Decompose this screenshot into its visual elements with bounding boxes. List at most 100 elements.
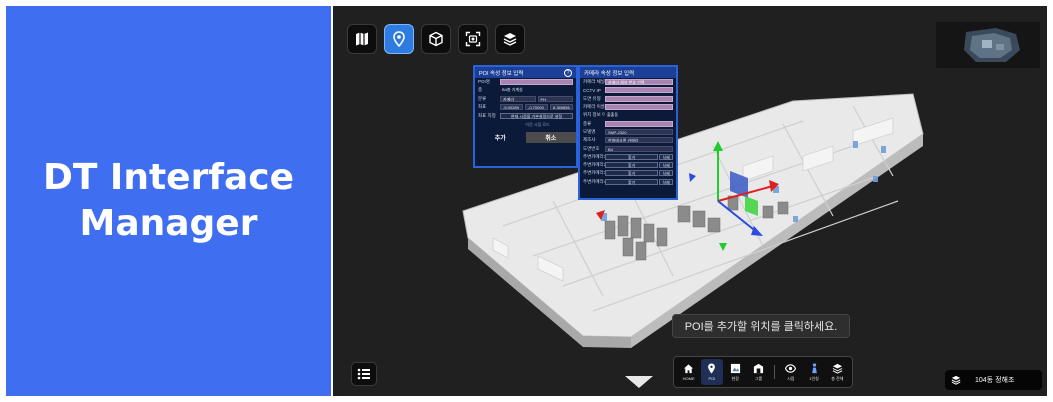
peripheral-camera-label: 주변카메라3: [583, 170, 605, 176]
location-pin-icon: [393, 31, 405, 47]
camera-dialog-title: 카메라 속성 정보 입력: [584, 70, 635, 77]
poi-floor-row: 층 B4층 기계실: [475, 86, 576, 94]
poi-coord-y-input[interactable]: -0.70000: [525, 104, 548, 111]
location-name-row: 위치 정보 이름출출동: [580, 111, 676, 119]
manufacturer-input[interactable]: 한화테크윈 카메라: [605, 137, 673, 144]
peripheral-camera-row: 주변카메라4 찾기 삭제: [580, 178, 676, 186]
nav-site[interactable]: 현장: [725, 359, 746, 385]
layers-button[interactable]: [495, 24, 525, 54]
peripheral-camera-row: 주변카메라2 찾기 삭제: [580, 161, 676, 169]
nav-viewpoint[interactable]: 시점: [780, 359, 801, 385]
nav-all-floors[interactable]: 층 전체: [827, 359, 848, 385]
peripheral-camera-label: 주변카메라2: [583, 162, 605, 168]
camera-channel-label: 카메라 채널: [583, 79, 605, 85]
drawing-number-input[interactable]: B4: [605, 145, 673, 152]
home-icon: [684, 364, 694, 374]
camera-name-label: 카메라 이름: [583, 104, 605, 110]
layers-icon: [503, 33, 517, 46]
nav-separator: [774, 365, 776, 379]
load-previous-viewpoint-link[interactable]: 이전 시점 로드: [500, 122, 573, 128]
peripheral-camera-row: 주변카메라1 찾기 삭제: [580, 153, 676, 161]
nav-first-person[interactable]: 1인칭: [803, 359, 824, 385]
find-camera-button[interactable]: 찾기: [605, 162, 658, 169]
nav-home-label: HOME: [682, 376, 695, 381]
bottom-nav-bar: HOME POI 현장 그룹 시점 1인칭 층 전체: [673, 356, 853, 388]
manufacturer-label: 제조사: [583, 137, 596, 143]
site-icon: [730, 363, 740, 373]
find-camera-button[interactable]: 찾기: [605, 170, 658, 177]
group-icon: [753, 363, 764, 373]
poi-mode-button[interactable]: [384, 24, 414, 54]
poi-coord-x-input[interactable]: -5.00289: [500, 104, 523, 111]
poi-name-input[interactable]: [500, 79, 573, 86]
camera-type-row: 종류: [580, 119, 676, 127]
camera-type-select[interactable]: [605, 120, 673, 127]
poi-category-label: 분류: [478, 95, 487, 101]
poi-floor-label: 층: [478, 87, 483, 93]
camera-attribute-dialog: 카메라 속성 정보 입력 카메라 채널 카메라 채널 번호 선택 CCTV IP …: [578, 65, 678, 200]
top-toolbar: [347, 24, 525, 54]
3d-viewport[interactable]: POI 속성 정보 입력 ? POI명 층 B4층 기계실 분류 카메라 PH …: [333, 6, 1047, 396]
building-selector-label: 104동 정해조: [975, 377, 1015, 384]
poi-subcategory-select[interactable]: PH: [537, 95, 573, 102]
poi-viewpoint-label: 좌표 지정: [478, 113, 496, 119]
poi-pin-icon: [708, 363, 716, 374]
nav-home[interactable]: HOME: [678, 359, 699, 385]
person-icon: [811, 362, 817, 373]
poi-dialog-actions: 추가 취소: [475, 132, 576, 144]
find-camera-button[interactable]: 찾기: [605, 153, 658, 160]
layers-icon: [951, 375, 961, 385]
nav-group[interactable]: 그룹: [748, 359, 769, 385]
drawing-type-label: 도면 유형: [583, 95, 601, 101]
3d-object-button[interactable]: [421, 24, 451, 54]
cctv-ip-input[interactable]: [605, 87, 673, 94]
camera-channel-select[interactable]: 카메라 채널 번호 선택: [605, 79, 673, 86]
app-title-line2: Manager: [79, 203, 258, 244]
cancel-button[interactable]: 취소: [525, 132, 576, 144]
set-default-viewpoint-button[interactable]: 현재 시점을 기본설정으로 설정: [500, 113, 573, 120]
peripheral-camera-label: 주변카메라4: [583, 178, 605, 184]
poi-category-row: 분류 카메라 PH: [475, 95, 576, 103]
add-button[interactable]: 추가: [475, 132, 526, 144]
nav-all-floors-label: 층 전체: [831, 375, 844, 381]
map-icon: [356, 32, 368, 46]
delete-camera-button[interactable]: 삭제: [659, 153, 673, 160]
poi-dialog-title: POI 속성 정보 입력: [479, 70, 524, 77]
app-title-line1: DT Interface: [42, 157, 295, 198]
list-menu-button[interactable]: [351, 362, 377, 386]
minimap[interactable]: [936, 22, 1040, 68]
poi-dialog-header: POI 속성 정보 입력 ?: [475, 67, 576, 78]
poi-name-row: POI명: [475, 78, 576, 86]
capture-button[interactable]: [458, 24, 488, 54]
poi-name-label: POI명: [478, 79, 490, 85]
poi-category-selects: 카메라 PH: [500, 95, 573, 102]
model-input[interactable]: SNP-2320: [605, 128, 673, 135]
list-icon: [357, 368, 370, 380]
nav-group-label: 그룹: [754, 375, 763, 381]
camera-name-row: 카메라 이름: [580, 103, 676, 111]
find-camera-button[interactable]: 찾기: [605, 178, 658, 185]
collapse-arrow-icon[interactable]: [625, 376, 653, 388]
camera-dialog-header: 카메라 속성 정보 입력: [580, 67, 676, 78]
all-floors-icon: [832, 363, 843, 374]
location-name-label: 위치 정보 이름: [583, 112, 605, 118]
poi-coords-row: 좌표 -5.00289 -0.70000 8.389856: [475, 103, 576, 111]
poi-coord-z-input[interactable]: 8.389856: [550, 104, 573, 111]
instruction-toast: POI를 추가할 위치를 클릭하세요.: [672, 314, 850, 338]
delete-camera-button[interactable]: 삭제: [659, 170, 673, 177]
poi-attribute-dialog: POI 속성 정보 입력 ? POI명 층 B4층 기계실 분류 카메라 PH …: [473, 65, 578, 168]
camera-channel-row: 카메라 채널 카메라 채널 번호 선택: [580, 78, 676, 86]
nav-viewpoint-label: 시점: [787, 375, 795, 381]
minimap-image: [936, 22, 1040, 68]
building-selector[interactable]: 104동 정해조: [945, 370, 1042, 390]
poi-floor-value: B4층 기계실: [502, 87, 523, 93]
camera-name-input[interactable]: [605, 104, 673, 111]
map-view-button[interactable]: [347, 24, 377, 54]
peripheral-camera-row: 주변카메라3 찾기 삭제: [580, 169, 676, 177]
delete-camera-button[interactable]: 삭제: [659, 162, 673, 169]
help-icon[interactable]: ?: [564, 68, 572, 77]
nav-poi[interactable]: POI: [701, 359, 723, 385]
poi-category-select[interactable]: 카메라: [500, 95, 536, 102]
drawing-type-input[interactable]: [605, 95, 673, 102]
delete-camera-button[interactable]: 삭제: [659, 178, 673, 185]
